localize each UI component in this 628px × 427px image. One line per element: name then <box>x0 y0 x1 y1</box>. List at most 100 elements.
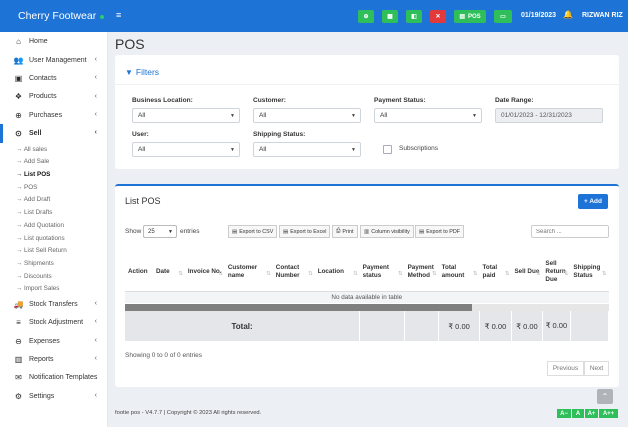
column-header[interactable]: Location ⇅ <box>314 253 360 292</box>
font-decrease-button[interactable]: A− <box>557 409 571 418</box>
export-csv-button[interactable]: ▤ Export to CSV <box>228 225 278 238</box>
customer-label: Customer: <box>253 97 286 104</box>
chevron-left-icon: ‹ <box>94 392 97 400</box>
column-visibility-button[interactable]: ▥ Column visibility <box>360 225 414 238</box>
briefcase-icon: ◧ <box>411 14 417 20</box>
column-header[interactable]: Customer name ⇅ <box>224 253 273 292</box>
sidebar-item-reports[interactable]: ▥ Reports ‹ <box>0 350 107 368</box>
table-header-row: Action Date ⇅ Invoice No. ⇅ Customer name ⇅… <box>125 253 609 292</box>
date-range-input[interactable]: 01/01/2023 - 12/31/2023 <box>495 108 603 123</box>
sidebar-item-products[interactable]: ❖ Products ‹ <box>0 88 107 106</box>
column-header[interactable]: Sell Return Due ⇅ <box>542 253 571 292</box>
total-cell <box>570 311 610 341</box>
sidebar-sub-discounts[interactable]: → Discounts <box>0 270 107 283</box>
close-register-button[interactable]: ✕ <box>430 10 446 23</box>
money-icon: ▭ <box>500 14 506 20</box>
sidebar-item-purchases[interactable]: ⊕ Purchases ‹ <box>0 106 107 124</box>
add-button[interactable]: + Add <box>578 194 608 209</box>
export-excel-button[interactable]: ▤ Export to Excel <box>279 225 331 238</box>
export-pdf-button[interactable]: ▤ Export to PDF <box>415 225 465 238</box>
print-button[interactable]: ⎙ Print <box>332 225 358 238</box>
scrollbar-thumb[interactable] <box>125 303 472 311</box>
menu-toggle-icon[interactable]: ≡ <box>116 10 121 20</box>
payment-status-label: Payment Status: <box>374 97 426 104</box>
filters-panel: ▼ Filters Business Location: All ▼ Custom… <box>115 55 619 169</box>
sidebar-item-settings[interactable]: ⚙ Settings ‹ <box>0 387 107 405</box>
sidebar-sub-pos[interactable]: → POS <box>0 181 107 194</box>
sidebar-item-notification-templates[interactable]: ✉ Notification Templates <box>0 369 107 387</box>
column-header[interactable]: Payment status ⇅ <box>359 253 405 292</box>
brand-name: Cherry Footwear <box>18 10 97 22</box>
column-header[interactable]: Invoice No. ⇅ <box>184 253 225 292</box>
sort-icon: ⇅ <box>431 270 437 277</box>
money-button[interactable]: ▭ <box>494 10 512 23</box>
scroll-to-top-button[interactable]: ⌃ <box>597 389 613 404</box>
pos-button[interactable]: ▤ POS <box>454 10 486 23</box>
shipping-status-label: Shipping Status: <box>253 131 306 138</box>
home-icon: ⌂ <box>16 37 21 47</box>
date-range-label: Date Range: <box>495 97 534 104</box>
file-icon: ▤ <box>232 228 238 235</box>
user-label: User: <box>132 131 149 138</box>
sort-icon: ⇅ <box>472 270 478 277</box>
customer-select[interactable]: All ▼ <box>253 108 361 123</box>
total-cell <box>359 311 406 341</box>
column-header[interactable]: Shipping Status ⇅ <box>570 253 609 292</box>
column-header[interactable]: Date ⇅ <box>152 253 185 292</box>
entries-select[interactable]: 25 ▼ <box>143 225 177 238</box>
calculator-button[interactable]: ▦ <box>382 10 398 23</box>
sidebar-sub-list-pos[interactable]: → List POS <box>0 168 107 181</box>
sidebar-sub-list-drafts[interactable]: → List Drafts <box>0 206 107 219</box>
column-header[interactable]: Payment Method ⇅ <box>404 253 439 292</box>
register-button[interactable]: ◧ <box>406 10 422 23</box>
horizontal-scrollbar[interactable] <box>125 303 609 311</box>
sidebar-sub-add-quotation[interactable]: → Add Quotation <box>0 219 107 232</box>
column-header[interactable]: Contact Number ⇅ <box>272 253 315 292</box>
bell-icon[interactable]: 🔔 <box>563 10 573 19</box>
sidebar-sub-list-quotations[interactable]: → List quotations <box>0 232 107 245</box>
sidebar-item-stock-transfers[interactable]: 🚚 Stock Transfers ‹ <box>0 295 107 313</box>
payment-status-select[interactable]: All ▼ <box>374 108 482 123</box>
sidebar-sub-all-sales[interactable]: → All sales <box>0 143 107 156</box>
sidebar-sub-add-draft[interactable]: → Add Draft <box>0 194 107 207</box>
sidebar-sub-list-sell-return[interactable]: → List Sell Return <box>0 244 107 257</box>
next-page-button[interactable]: Next <box>584 361 609 376</box>
sidebar-item-sell[interactable]: ⊙ Sell ‹ <box>0 124 107 143</box>
font-increase-more-button[interactable]: A++ <box>599 409 618 418</box>
sidebar-item-stock-adjustment[interactable]: ≡ Stock Adjustment ‹ <box>0 313 107 331</box>
chart-icon: ▥ <box>14 354 23 364</box>
truck-icon: 🚚 <box>13 299 24 309</box>
sidebar-item-user-management[interactable]: 👥 User Management ‹ <box>0 51 107 69</box>
column-header[interactable]: Total amount ⇅ <box>438 253 480 292</box>
sidebar-sub-add-sale[interactable]: → Add Sale <box>0 156 107 169</box>
sidebar-item-expenses[interactable]: ⊖ Expenses ‹ <box>0 332 107 350</box>
caret-down-icon: ▼ <box>230 147 235 153</box>
sidebar-item-contacts[interactable]: ▣ Contacts ‹ <box>0 69 107 87</box>
total-amount-value: ₹ 0.00 <box>438 311 481 341</box>
sort-icon: ⇅ <box>218 270 223 277</box>
column-header[interactable]: Total paid ⇅ <box>479 253 512 292</box>
sort-icon: ⇅ <box>398 270 403 277</box>
business-location-label: Business Location: <box>132 97 193 104</box>
sidebar-sub-import-sales[interactable]: → Import Sales <box>0 282 107 295</box>
sidebar-item-home[interactable]: ⌂ Home <box>0 33 107 51</box>
chevron-up-icon: ⌃ <box>601 392 609 401</box>
sidebar-sub-shipments[interactable]: → Shipments <box>0 257 107 270</box>
total-cell <box>404 311 440 341</box>
filters-toggle[interactable]: ▼ Filters <box>125 67 159 77</box>
column-header[interactable]: Action <box>125 253 153 292</box>
add-button[interactable]: ⊕ <box>358 10 374 23</box>
font-reset-button[interactable]: A <box>572 409 584 418</box>
brand-logo[interactable]: Cherry Footwear <box>0 0 108 32</box>
subscriptions-checkbox[interactable] <box>383 145 392 154</box>
user-menu[interactable]: RIZWAN RIZ <box>582 12 623 19</box>
database-icon: ≡ <box>16 318 21 328</box>
font-increase-button[interactable]: A+ <box>585 409 598 418</box>
column-header[interactable]: Sell Due ⇅ <box>511 253 543 292</box>
user-select[interactable]: All ▼ <box>132 142 240 157</box>
previous-page-button[interactable]: Previous <box>547 361 584 376</box>
business-location-select[interactable]: All ▼ <box>132 108 240 123</box>
search-input[interactable] <box>531 225 609 238</box>
no-data-message: No data available in table <box>125 291 609 303</box>
shipping-status-select[interactable]: All ▼ <box>253 142 361 157</box>
